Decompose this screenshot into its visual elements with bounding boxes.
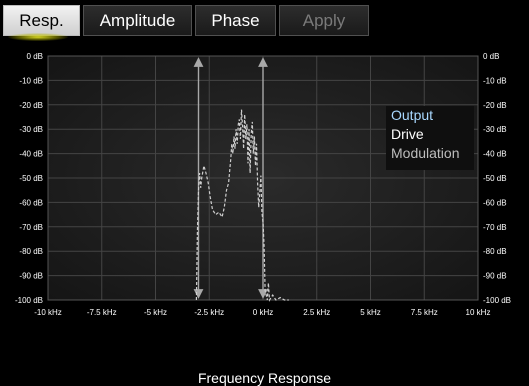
tab-resp[interactable]: Resp. <box>3 5 80 36</box>
x-tick-label: 10 kHz <box>466 308 491 317</box>
y-tick-label: -70 dB <box>19 223 43 232</box>
legend-item-output[interactable]: Output <box>391 106 474 125</box>
y-tick-label: -40 dB <box>19 150 43 159</box>
x-axis: -10 kHz -7.5 kHz -5 kHz -2.5 kHz 0 kHz 2.5 kH… <box>34 308 490 317</box>
x-tick-label: -10 kHz <box>34 308 62 317</box>
y-axis-right: 0 dB -10 dB -20 dB -30 dB -40 dB -50 dB -60 dB… <box>483 52 511 305</box>
y-tick-label: -30 dB <box>19 125 43 134</box>
x-tick-label: 7.5 kHz <box>411 308 438 317</box>
x-tick-label: -5 kHz <box>144 308 167 317</box>
x-tick-label: 0 kHz <box>253 308 273 317</box>
tab-amplitude[interactable]: Amplitude <box>83 5 192 36</box>
y-tick-label: -10 dB <box>483 76 507 85</box>
legend-item-modulation[interactable]: Modulation <box>391 144 474 163</box>
apply-button[interactable]: Apply <box>279 5 369 36</box>
y-axis-left: 0 dB -10 dB -20 dB -30 dB -40 dB -50 dB -60 dB… <box>15 52 43 305</box>
y-tick-label: 0 dB <box>27 52 43 61</box>
x-tick-label: -2.5 kHz <box>194 308 224 317</box>
y-tick-label: -80 dB <box>483 247 507 256</box>
y-tick-label: -90 dB <box>483 272 507 281</box>
y-tick-label: -50 dB <box>483 174 507 183</box>
x-tick-label: 5 kHz <box>360 308 380 317</box>
active-tab-indicator <box>8 33 68 41</box>
y-tick-label: -30 dB <box>483 125 507 134</box>
legend-item-drive[interactable]: Drive <box>391 125 474 144</box>
y-tick-label: -100 dB <box>483 296 511 305</box>
y-tick-label: -50 dB <box>19 174 43 183</box>
x-tick-label: 2.5 kHz <box>303 308 330 317</box>
legend: Output Drive Modulation <box>386 106 474 170</box>
y-tick-label: -60 dB <box>19 198 43 207</box>
y-tick-label: -40 dB <box>483 150 507 159</box>
tab-phase[interactable]: Phase <box>195 5 276 36</box>
frequency-response-chart: 0 dB -10 dB -20 dB -30 dB -40 dB -50 dB -60 dB… <box>15 52 511 317</box>
y-tick-label: 0 dB <box>483 52 499 61</box>
x-tick-label: -7.5 kHz <box>87 308 117 317</box>
y-tick-label: -60 dB <box>483 198 507 207</box>
y-tick-label: -20 dB <box>483 101 507 110</box>
frequency-response-plot: 0 dB -10 dB -20 dB -30 dB -40 dB -50 dB -60 dB… <box>0 44 529 386</box>
tab-bar: Resp. Amplitude Phase Apply <box>0 0 529 44</box>
y-tick-label: -100 dB <box>15 296 43 305</box>
y-tick-label: -70 dB <box>483 223 507 232</box>
y-tick-label: -10 dB <box>19 76 43 85</box>
y-tick-label: -90 dB <box>19 272 43 281</box>
y-tick-label: -80 dB <box>19 247 43 256</box>
y-tick-label: -20 dB <box>19 101 43 110</box>
x-axis-title: Frequency Response <box>197 370 332 386</box>
